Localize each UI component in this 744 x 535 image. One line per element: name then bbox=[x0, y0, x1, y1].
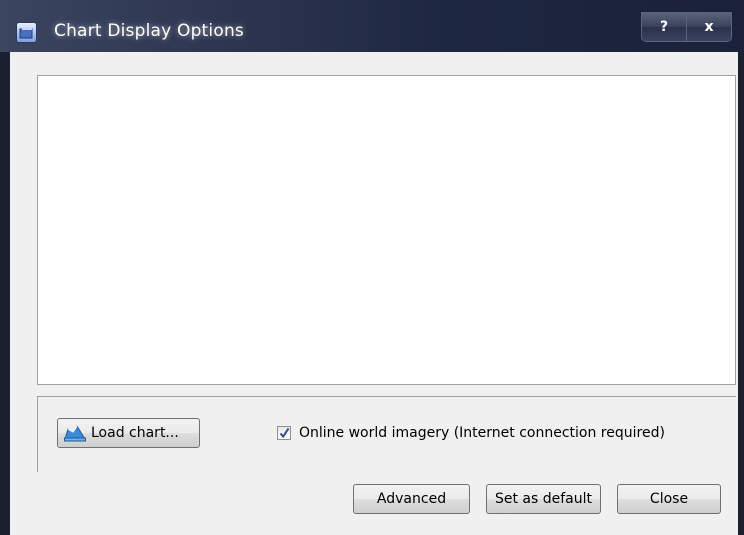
help-icon: ? bbox=[659, 19, 669, 35]
chart-map-icon bbox=[64, 424, 86, 442]
dialog-window: Chart Display Options ? x Load chart... bbox=[0, 0, 744, 535]
check-icon bbox=[279, 427, 290, 439]
title-bar[interactable]: Chart Display Options ? x bbox=[0, 0, 744, 52]
app-window-icon bbox=[16, 22, 37, 43]
online-imagery-option[interactable]: Online world imagery (Internet connectio… bbox=[277, 425, 665, 441]
online-imagery-label: Online world imagery (Internet connectio… bbox=[299, 425, 665, 441]
advanced-label: Advanced bbox=[376, 491, 447, 507]
close-icon: x bbox=[704, 19, 714, 35]
chart-preview-area[interactable] bbox=[37, 75, 736, 385]
window-title: Chart Display Options bbox=[54, 21, 244, 41]
help-button[interactable]: ? bbox=[642, 13, 687, 41]
load-chart-label: Load chart... bbox=[91, 425, 179, 441]
set-as-default-label: Set as default bbox=[494, 491, 593, 507]
close-button[interactable]: Close bbox=[617, 484, 721, 514]
dialog-client-area: Load chart... Online world imagery (Inte… bbox=[10, 52, 738, 535]
advanced-button[interactable]: Advanced bbox=[353, 484, 470, 514]
set-as-default-button[interactable]: Set as default bbox=[486, 484, 601, 514]
close-label: Close bbox=[649, 491, 689, 507]
load-chart-button[interactable]: Load chart... bbox=[57, 418, 200, 448]
window-close-button[interactable]: x bbox=[687, 13, 731, 41]
caption-buttons: ? x bbox=[641, 12, 732, 42]
online-imagery-checkbox[interactable] bbox=[277, 426, 291, 440]
